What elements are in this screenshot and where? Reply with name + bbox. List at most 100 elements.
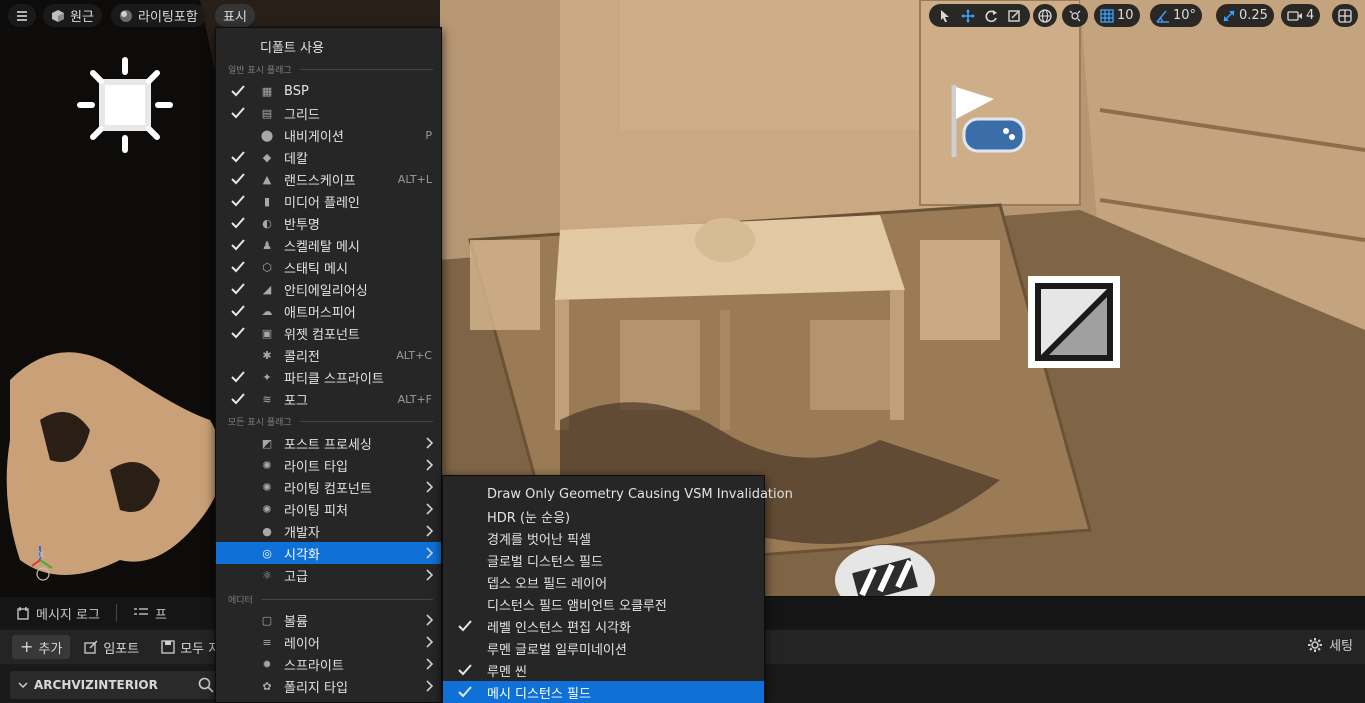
tab-second[interactable]: 프	[117, 597, 183, 629]
visualize-item[interactable]: 글로벌 디스턴스 필드	[443, 549, 764, 571]
scale-snap-button[interactable]: 0.25	[1216, 4, 1274, 27]
shortcut-hint: P	[425, 128, 432, 142]
view-mode-button[interactable]: 라이팅포함	[111, 4, 206, 27]
select-tool-button[interactable]	[935, 6, 955, 26]
show-flag-item[interactable]: ▲ 랜드스케이프 ALT+L	[216, 168, 441, 190]
chevron-right-icon	[425, 547, 434, 559]
search-icon[interactable]	[198, 677, 214, 693]
settings-button[interactable]: 세팅	[1307, 635, 1353, 654]
menu-item-label: 위젯 컴포넌트	[284, 327, 360, 343]
transform-tools	[929, 4, 1030, 27]
show-flag-item[interactable]: ◐ 반투명	[216, 212, 441, 234]
menu-item-label: 개발자	[284, 525, 320, 541]
atmosphere-icon: ☁	[261, 304, 273, 318]
editor-flag-category-item[interactable]: ≡ 레이어	[216, 631, 441, 653]
visualize-item[interactable]: 메시 디스턴스 필드	[443, 681, 764, 703]
visualize-item[interactable]: 뎁스 오브 필드 레이어	[443, 571, 764, 593]
check-icon	[230, 193, 246, 209]
chevron-right-icon	[425, 569, 434, 581]
visualize-item[interactable]: Draw Only Geometry Causing VSM Invalidat…	[443, 483, 793, 505]
menu-item-label: 볼륨	[284, 614, 308, 630]
visualize-item[interactable]: 디스턴스 필드 앰비언트 오클루전	[443, 593, 764, 615]
menu-item-label: 스프라이트	[284, 658, 344, 674]
show-flag-item[interactable]: ☁ 애트머스피어	[216, 300, 441, 322]
rotate-tool-button[interactable]	[981, 6, 1001, 26]
show-flag-item[interactable]: ♟ 스켈레탈 메시	[216, 234, 441, 256]
chevron-right-icon	[425, 459, 434, 471]
coordinate-system-button[interactable]	[1033, 4, 1057, 27]
bsp-icon: ▦	[261, 84, 273, 98]
show-flag-item[interactable]: ▮ 미디어 플레인	[216, 190, 441, 212]
tab-message-log[interactable]: 메시지 로그	[0, 597, 116, 629]
use-defaults-label: 디폴트 사용	[260, 40, 324, 56]
advanced-icon: ⚛	[262, 568, 272, 582]
menu-item-label: 레이어	[284, 636, 320, 652]
shortcut-hint: ALT+L	[397, 172, 432, 186]
visualize-item[interactable]: 레벨 인스턴스 편집 시각화	[443, 615, 764, 637]
menu-item-label: 시각화	[284, 547, 320, 563]
surface-snap-icon	[1069, 10, 1081, 21]
show-flag-item[interactable]: ⬤ 내비게이션 P	[216, 124, 441, 146]
visualize-item[interactable]: 루멘 씬	[443, 659, 764, 681]
folder-tree-item[interactable]: ARCHVIZINTERIOR	[10, 671, 220, 699]
visualize-item[interactable]: 루멘 글로벌 일루미네이션	[443, 637, 764, 659]
angle-snap-button[interactable]: 10°	[1150, 4, 1203, 27]
show-flag-item[interactable]: ▣ 위젯 컴포넌트	[216, 322, 441, 344]
show-flag-category-item[interactable]: ⚛ 고급	[216, 564, 441, 586]
editor-flag-category-item[interactable]: ▢ 볼륨	[216, 609, 441, 631]
editor-flag-category-item[interactable]: ✿ 폴리지 타입	[216, 675, 441, 697]
viewport-options-button[interactable]	[8, 4, 36, 27]
show-flag-category-item[interactable]: ✺ 라이팅 피처	[216, 498, 441, 520]
show-flag-category-item[interactable]: ✺ 라이트 타입	[216, 454, 441, 476]
shortcut-hint: ALT+F	[397, 392, 432, 406]
viewport-layout-button[interactable]	[1332, 4, 1358, 27]
import-button[interactable]: 임포트	[76, 635, 147, 659]
use-defaults-item[interactable]: 디폴트 사용	[216, 35, 441, 57]
visualize-item[interactable]: HDR (눈 순응)	[443, 505, 764, 527]
check-icon	[230, 259, 246, 275]
gear-icon	[1308, 637, 1323, 652]
show-flag-item[interactable]: ▤ 그리드	[216, 102, 441, 124]
shortcut-hint: ALT+C	[396, 348, 432, 362]
grid-snap-icon	[1100, 8, 1114, 23]
show-flag-item[interactable]: ◢ 안티에일리어싱	[216, 278, 441, 300]
show-flag-item[interactable]: ▦ BSP	[216, 80, 441, 102]
editor-flags-header: 에디터	[228, 592, 433, 606]
globe-icon	[1038, 8, 1052, 23]
show-flag-item[interactable]: ≋ 포그 ALT+F	[216, 388, 441, 410]
volume-icon: ▢	[261, 613, 273, 627]
editor-flag-category-item[interactable]: ✹ 스프라이트	[216, 653, 441, 675]
visualize-item[interactable]: 경계를 벗어난 픽셀	[443, 527, 764, 549]
scale-tool-button[interactable]	[1004, 6, 1024, 26]
show-flag-category-item[interactable]: ✺ 라이팅 컴포넌트	[216, 476, 441, 498]
show-flag-item[interactable]: ✱ 콜리전 ALT+C	[216, 344, 441, 366]
menu-item-label: 고급	[284, 569, 308, 585]
show-flag-item[interactable]: ◆ 데칼	[216, 146, 441, 168]
camera-speed-button[interactable]: 4	[1281, 4, 1321, 27]
add-button[interactable]: + 추가	[12, 635, 71, 659]
layer-icon: ≡	[262, 635, 272, 649]
view-mode-label: 라이팅포함	[138, 10, 198, 25]
show-flag-category-item[interactable]: ● 개발자	[216, 520, 441, 542]
visualize-submenu: Draw Only Geometry Causing VSM Invalidat…	[442, 475, 793, 703]
fog-icon: ≋	[262, 392, 272, 406]
check-icon	[230, 215, 246, 231]
translate-tool-button[interactable]	[958, 6, 978, 26]
folder-label: ARCHVIZINTERIOR	[34, 678, 158, 692]
menu-item-label: 루멘 씬	[487, 664, 528, 680]
common-flags-header: 일반 표시 플래그	[228, 62, 433, 76]
show-flag-category-item[interactable]: ◩ 포스트 프로세싱	[216, 432, 441, 454]
show-flag-item[interactable]: ✦ 파티클 스프라이트	[216, 366, 441, 388]
perspective-button[interactable]: 원근	[43, 4, 102, 27]
check-icon	[230, 149, 246, 165]
surface-snap-button[interactable]	[1062, 4, 1088, 27]
landscape-icon: ▲	[262, 172, 272, 186]
translucency-icon: ◐	[262, 216, 272, 230]
show-flag-category-item[interactable]: ◎ 시각화	[216, 542, 441, 564]
grid-snap-button[interactable]: 10	[1094, 4, 1140, 27]
import-label: 임포트	[103, 641, 140, 657]
show-flag-item[interactable]: ⬡ 스태틱 메시	[216, 256, 441, 278]
show-button[interactable]: 표시	[215, 4, 255, 27]
chevron-right-icon	[425, 658, 434, 670]
check-icon	[230, 105, 246, 121]
